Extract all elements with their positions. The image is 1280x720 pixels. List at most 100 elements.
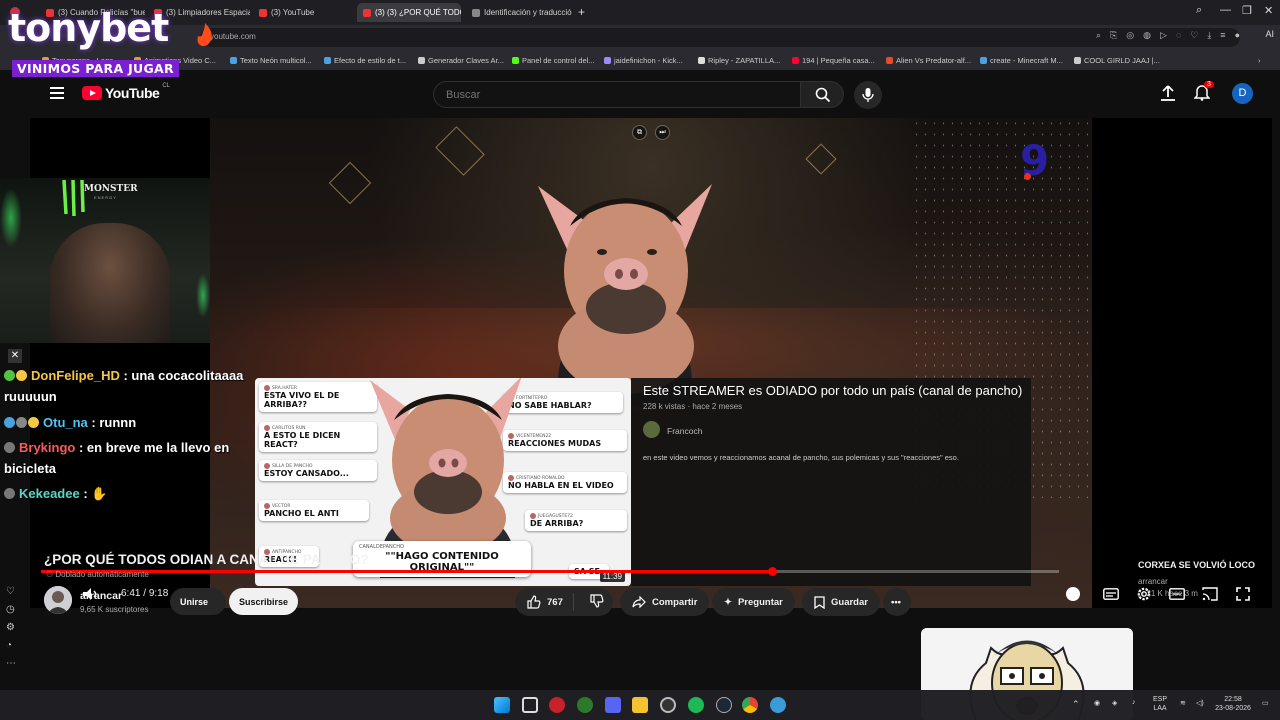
search-tabs-icon[interactable]: ⌕ bbox=[1196, 4, 1202, 17]
comment-text: ESTA VIVO EL DE ARRIBA?? bbox=[264, 391, 340, 409]
lightbulb-icon[interactable]: ◔ bbox=[6, 640, 16, 651]
youtube-logo[interactable]: YouTube CL bbox=[82, 83, 170, 101]
translate-icon[interactable]: ⎘ bbox=[1110, 30, 1117, 41]
bookmark-item[interactable]: Generador Claves Ar... bbox=[418, 56, 504, 65]
video-frame[interactable]: 9 SRA.HATER ESTA VIVO EL DE ARRIBA?? CAR… bbox=[210, 118, 1092, 608]
chat-badges bbox=[4, 437, 16, 458]
browser-tab-active[interactable]: (3) (3) ¿POR QUÉ TODOS ✕ bbox=[357, 3, 461, 22]
bookmark-item[interactable]: 194 | Pequeña casa... bbox=[792, 56, 875, 65]
browser-tab-3[interactable]: (3) YouTube bbox=[253, 3, 353, 22]
cast-icon[interactable] bbox=[1202, 587, 1218, 601]
bookmark-label: 194 | Pequeña casa... bbox=[802, 56, 875, 65]
discord-app-icon[interactable] bbox=[605, 697, 621, 713]
profile-icon[interactable]: ● bbox=[1235, 30, 1240, 41]
obs-app-icon[interactable] bbox=[660, 697, 676, 713]
gear-icon[interactable]: ⚙ bbox=[6, 622, 16, 633]
bookmark-item[interactable]: Panel de control del... bbox=[512, 56, 595, 65]
fullscreen-icon[interactable] bbox=[1236, 587, 1250, 601]
side-nav-icons: ♡ ◷ ⚙ ◔ ⋯ bbox=[6, 586, 16, 669]
join-button[interactable]: Unirse bbox=[170, 588, 226, 615]
bookmark-item[interactable]: COOL GIRLD JAAJ |... bbox=[1074, 56, 1160, 65]
camera-icon[interactable]: ◎ bbox=[1126, 30, 1134, 41]
address-field[interactable]: youtube.com bbox=[200, 28, 1240, 47]
minimize-icon[interactable]: — bbox=[1220, 4, 1231, 16]
more-icon: ••• bbox=[891, 596, 901, 608]
spotify-app-icon[interactable] bbox=[688, 697, 704, 713]
wifi-icon[interactable]: ≋ bbox=[1180, 699, 1186, 707]
start-icon[interactable] bbox=[494, 697, 510, 713]
bookmark-icon bbox=[792, 57, 799, 64]
channel-name[interactable]: arrancar bbox=[80, 590, 122, 602]
browser-tab-5[interactable]: Identificación y traducción bbox=[466, 3, 572, 22]
speaker-icon[interactable]: ◁) bbox=[1196, 699, 1204, 707]
maximize-icon[interactable]: ❐ bbox=[1242, 4, 1252, 17]
recommended-title[interactable]: CORXEA SE VOLVIÓ LOCO bbox=[1138, 560, 1255, 570]
subscribe-button[interactable]: Suscribirse bbox=[229, 588, 298, 615]
endcard-channel-name[interactable]: Francoch bbox=[667, 426, 702, 436]
chrome-app-icon[interactable] bbox=[742, 697, 758, 713]
channel-avatar[interactable] bbox=[44, 586, 72, 614]
bookmark-item[interactable]: Alien Vs Predator-alf... bbox=[886, 56, 971, 65]
clock[interactable]: 22:58 23-08-2026 bbox=[1212, 695, 1254, 713]
browser-app-icon[interactable] bbox=[549, 697, 565, 713]
ai-button[interactable]: AI bbox=[1265, 29, 1274, 39]
more-icon[interactable]: ⋯ bbox=[6, 658, 16, 669]
close-window-icon[interactable]: ✕ bbox=[1264, 4, 1273, 17]
clock-icon[interactable]: ◷ bbox=[6, 604, 16, 615]
menu-icon[interactable]: ≡ bbox=[1220, 30, 1225, 41]
play-icon[interactable]: ▷ bbox=[1160, 30, 1167, 41]
shield-icon[interactable]: ◍ bbox=[1143, 30, 1151, 41]
hamburger-menu-icon[interactable] bbox=[50, 87, 64, 99]
subtitles-icon[interactable] bbox=[1103, 588, 1119, 600]
bookmark-item[interactable]: Texto Neón multicol... bbox=[230, 56, 312, 65]
bookmark-item[interactable]: create - Minecraft M... bbox=[980, 56, 1063, 65]
miniplayer-icon[interactable]: ⧉ bbox=[632, 125, 647, 140]
xbox-app-icon[interactable] bbox=[577, 697, 593, 713]
endcard-title[interactable]: Este STREAMER es ODIADO por todo un país… bbox=[643, 383, 1022, 398]
ask-button[interactable]: ✦ Preguntar bbox=[712, 588, 795, 616]
endcard-channel-avatar[interactable] bbox=[643, 421, 660, 438]
skip-next-icon[interactable]: ⏭ bbox=[655, 125, 670, 140]
heart-icon[interactable]: ♡ bbox=[1190, 30, 1198, 41]
zoom-icon[interactable]: ⌕ bbox=[1096, 30, 1101, 41]
recommended-channel[interactable]: arrancar bbox=[1138, 577, 1168, 586]
voice-search-button[interactable] bbox=[854, 81, 882, 109]
download-icon[interactable]: ⤓ bbox=[1207, 30, 1211, 41]
heart-icon[interactable]: ♡ bbox=[6, 586, 16, 597]
brand-tagline: VINIMOS PARA JUGAR bbox=[12, 60, 179, 77]
task-view-icon[interactable] bbox=[522, 697, 538, 713]
like-button[interactable]: 767 bbox=[515, 593, 574, 611]
tray-app-icon[interactable]: ◉ bbox=[1094, 699, 1100, 707]
bookmark-item[interactable]: jaidefinichon - Kick... bbox=[604, 56, 683, 65]
endcard-info-panel[interactable]: Este STREAMER es ODIADO por todo un país… bbox=[631, 378, 1031, 586]
bookmarks-overflow-icon[interactable]: › bbox=[1258, 56, 1261, 65]
notifications-tray-icon[interactable]: ▭ bbox=[1262, 699, 1269, 707]
tray-chevron-icon[interactable]: ⌃ bbox=[1072, 699, 1080, 710]
search-button[interactable] bbox=[800, 81, 844, 108]
steam-app-icon[interactable] bbox=[716, 697, 732, 713]
new-tab-button[interactable]: + bbox=[578, 5, 585, 19]
dislike-button[interactable] bbox=[580, 593, 614, 611]
chat-icon[interactable]: ◌ bbox=[1176, 30, 1181, 41]
more-actions-button[interactable]: ••• bbox=[883, 588, 911, 616]
app-icon[interactable] bbox=[770, 697, 786, 713]
chat-badges bbox=[4, 365, 28, 386]
bookmark-item[interactable]: Ripley - ZAPATILLA... bbox=[698, 56, 780, 65]
comment-text: DE ARRIBA? bbox=[530, 519, 584, 528]
autoplay-toggle-icon[interactable] bbox=[1066, 587, 1080, 601]
language-indicator[interactable]: ESP LAA bbox=[1150, 695, 1170, 713]
file-explorer-icon[interactable] bbox=[632, 697, 648, 713]
progress-bar[interactable] bbox=[41, 567, 1059, 576]
share-button[interactable]: Compartir bbox=[620, 588, 710, 616]
mic-tray-icon[interactable]: ♪ bbox=[1132, 699, 1136, 706]
badge-icon bbox=[16, 417, 27, 428]
account-avatar[interactable]: D bbox=[1232, 83, 1253, 104]
bookmark-item[interactable]: Efecto de estilo de t... bbox=[324, 56, 406, 65]
green-light bbox=[0, 188, 22, 248]
upload-icon[interactable] bbox=[1160, 84, 1176, 102]
chat-username: Brykingo bbox=[19, 440, 76, 455]
save-button[interactable]: Guardar bbox=[802, 588, 880, 616]
search-input[interactable] bbox=[433, 81, 801, 108]
channel-subscribers: 9,65 K suscriptores bbox=[80, 605, 149, 614]
tray-app-icon[interactable]: ◈ bbox=[1112, 699, 1117, 707]
